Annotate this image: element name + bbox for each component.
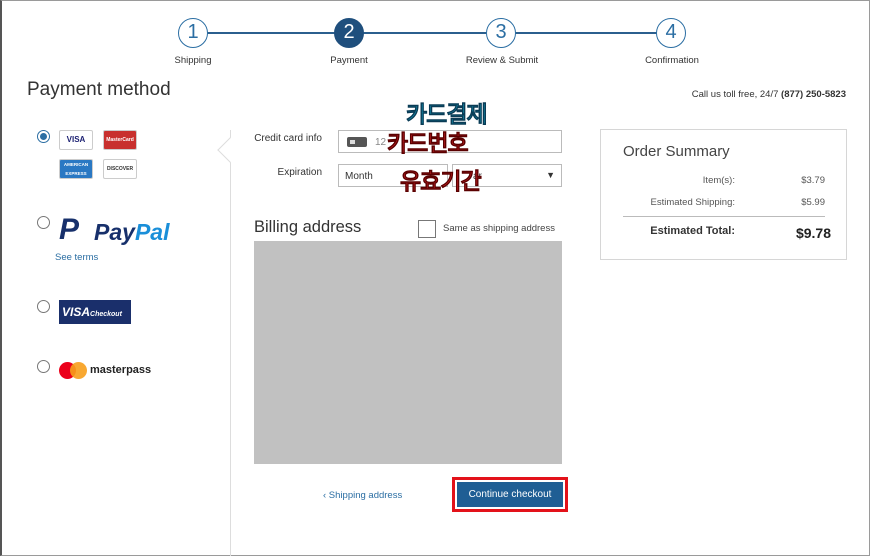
back-to-shipping-link[interactable]: ‹ Shipping address xyxy=(323,490,402,501)
visa-logo: VISA xyxy=(59,130,93,150)
billing-address-title: Billing address xyxy=(254,218,362,236)
paypal-logo: PayPal xyxy=(94,219,169,246)
items-label: Item(s): xyxy=(702,175,735,186)
annotation-expiry: 유효기간 xyxy=(400,169,482,196)
credit-card-label: Credit card info xyxy=(254,133,322,144)
masterpass-icon xyxy=(59,362,87,379)
toll-free-text: Call us toll free, 24/7 xyxy=(691,89,779,100)
amex-logo: AMERICAN EXPRESS xyxy=(59,159,93,179)
section-divider xyxy=(230,130,231,556)
masterpass-radio[interactable] xyxy=(37,360,50,373)
toll-free-info: Call us toll free, 24/7 (877) 250-5823 xyxy=(692,89,846,100)
expiration-label: Expiration xyxy=(277,167,322,178)
order-summary-title: Order Summary xyxy=(623,143,730,160)
page-title: Payment method xyxy=(27,79,171,100)
paypal-icon: P xyxy=(59,213,80,246)
month-select-value: Month xyxy=(345,171,373,182)
step-connector xyxy=(363,32,486,34)
shipping-label: Estimated Shipping: xyxy=(650,197,736,208)
paypal-radio[interactable] xyxy=(37,216,50,229)
paypal-logo-pal: Pal xyxy=(134,219,170,245)
items-value: $3.79 xyxy=(801,175,825,186)
step-4-circle: 4 xyxy=(656,18,686,48)
shipping-value: $5.99 xyxy=(801,197,825,208)
step-1-circle[interactable]: 1 xyxy=(178,18,208,48)
visa-checkout-logo: VISACheckout xyxy=(59,300,131,324)
visa-checkout-checkout: Checkout xyxy=(90,311,122,318)
step-4-label: Confirmation xyxy=(645,55,699,66)
step-connector xyxy=(515,32,657,34)
card-number-placeholder: 12 xyxy=(375,137,387,148)
step-2-circle: 2 xyxy=(334,18,364,48)
masterpass-label: masterpass xyxy=(90,364,152,376)
phone-number: (877) 250-5823 xyxy=(781,89,846,100)
step-1-label: Shipping xyxy=(174,55,212,66)
discover-logo: DISCOVER xyxy=(103,159,137,179)
see-terms-link[interactable]: See terms xyxy=(55,252,98,263)
paypal-logo-pay: Pay xyxy=(94,219,135,245)
step-connector xyxy=(207,32,335,34)
summary-divider xyxy=(623,216,825,217)
credit-card-icon xyxy=(347,137,367,147)
visa-checkout-radio[interactable] xyxy=(37,300,50,313)
continue-checkout-button[interactable]: Continue checkout xyxy=(457,482,563,507)
visa-checkout-visa: VISA xyxy=(62,305,91,319)
order-summary-panel: Order Summary Item(s): $3.79 Estimated S… xyxy=(600,129,847,260)
step-3-circle: 3 xyxy=(486,18,516,48)
same-as-shipping-checkbox[interactable] xyxy=(418,220,436,238)
step-2-label: Payment xyxy=(330,55,368,66)
billing-address-placeholder xyxy=(254,241,562,464)
card-radio[interactable] xyxy=(37,130,50,143)
total-label: Estimated Total: xyxy=(650,225,735,237)
mastercard-logo: MasterCard xyxy=(103,130,137,150)
step-3-label: Review & Submit xyxy=(465,55,539,66)
total-value: $9.78 xyxy=(795,225,831,241)
annotation-card-number: 카드번호 xyxy=(387,131,469,158)
dropdown-arrow-icon: ▼ xyxy=(546,170,555,180)
same-as-shipping-label[interactable]: Same as shipping address xyxy=(443,223,555,234)
